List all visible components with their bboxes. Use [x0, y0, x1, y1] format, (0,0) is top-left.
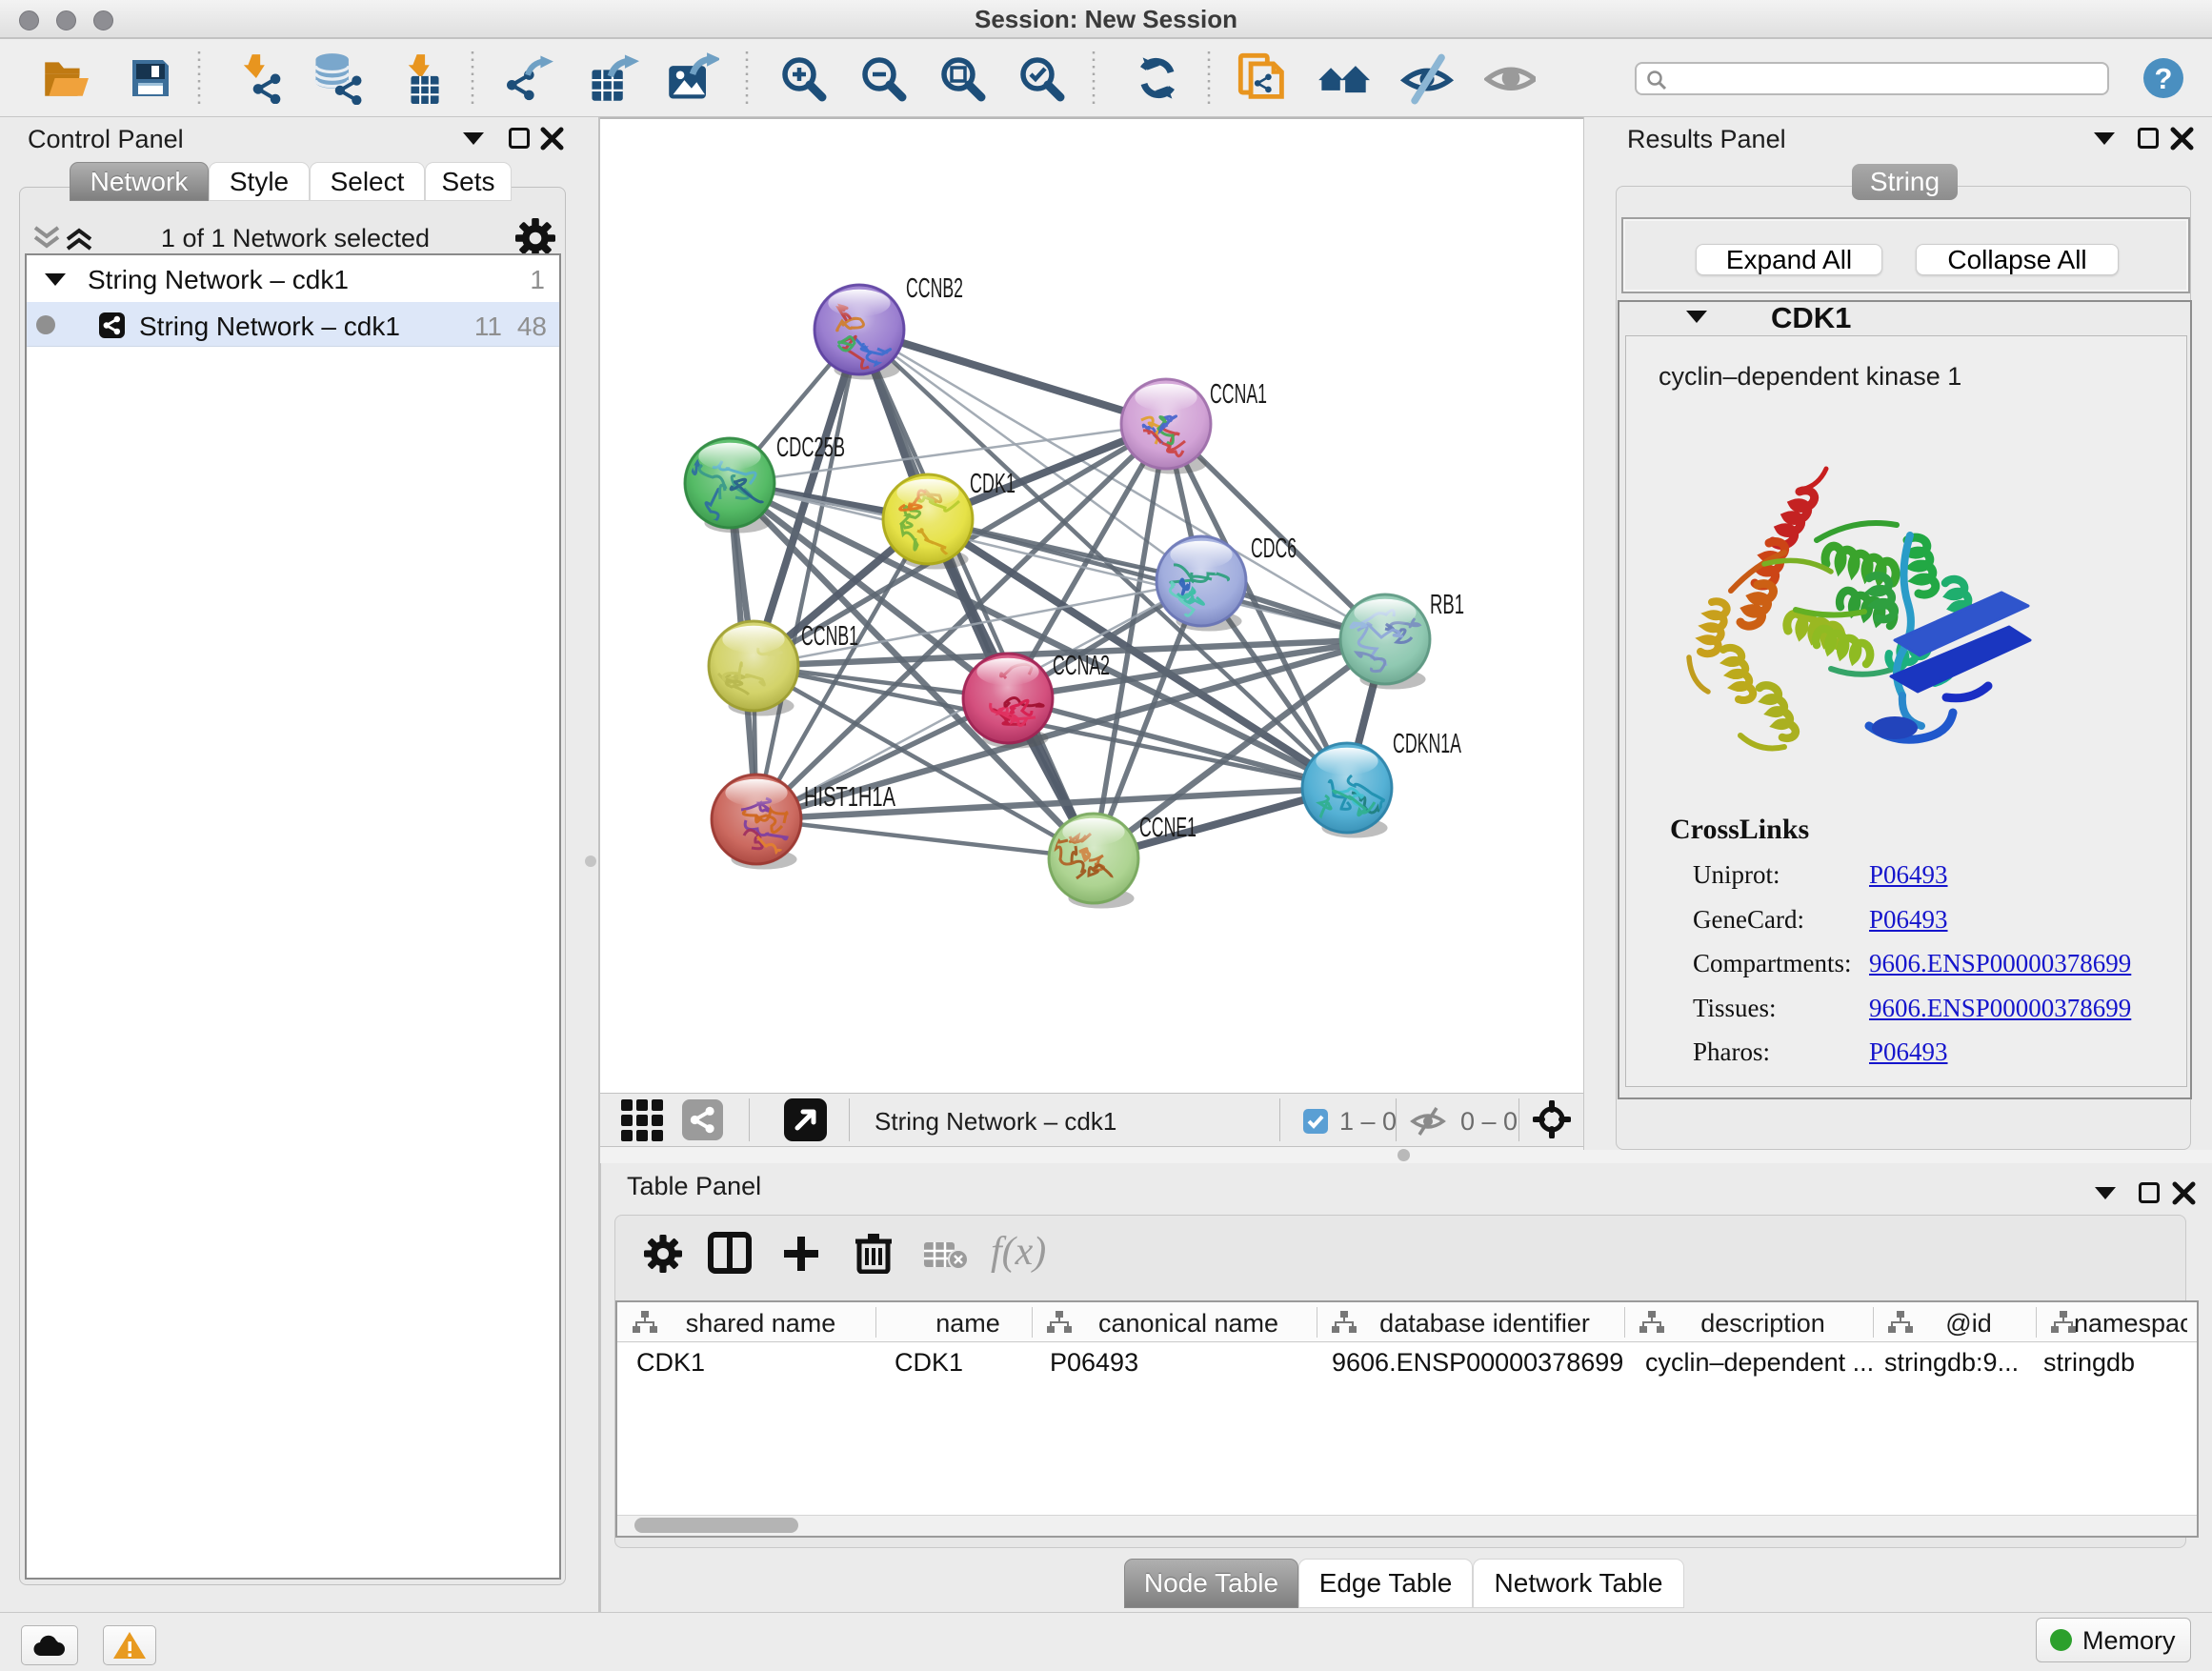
svg-text:?: ? — [2155, 62, 2173, 95]
svg-text:RB1: RB1 — [1430, 590, 1464, 620]
svg-text:CCNB1: CCNB1 — [801, 621, 858, 652]
svg-text:CCNE1: CCNE1 — [1139, 813, 1196, 843]
svg-text:CDKN1A: CDKN1A — [1393, 729, 1461, 759]
svg-text:CDC6: CDC6 — [1251, 534, 1297, 564]
svg-text:HIST1H1A: HIST1H1A — [804, 782, 895, 813]
svg-text:CCNA1: CCNA1 — [1210, 379, 1267, 410]
svg-text:CCNA2: CCNA2 — [1053, 651, 1110, 681]
svg-text:CDK1: CDK1 — [970, 469, 1016, 499]
svg-text:CCNB2: CCNB2 — [906, 273, 963, 304]
svg-text:CDC25B: CDC25B — [776, 433, 845, 463]
